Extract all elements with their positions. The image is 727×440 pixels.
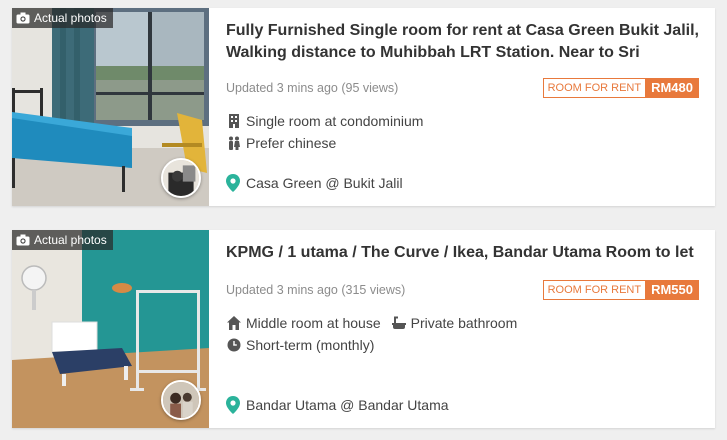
feature-label: Private bathroom: [410, 315, 518, 331]
location-label: Bandar Utama @ Bandar Utama: [246, 397, 449, 413]
feature-label: Middle room at house: [246, 315, 381, 331]
listing-title[interactable]: KPMG / 1 utama / The Curve / Ikea, Banda…: [226, 242, 699, 264]
feature-item: Single room at condominium: [226, 113, 423, 129]
listing-info: Fully Furnished Single room for rent at …: [226, 8, 699, 206]
listing-photo[interactable]: Actual photos: [12, 8, 209, 206]
feature-line: Middle room at house Private bathroom: [226, 312, 699, 334]
actual-photos-badge: Actual photos: [12, 8, 113, 28]
listing-meta: Updated 3 mins ago (315 views) ROOM FOR …: [226, 280, 699, 300]
feature-line: Short-term (monthly): [226, 334, 699, 356]
actual-photos-badge: Actual photos: [12, 230, 113, 250]
badge-label: Actual photos: [34, 233, 107, 247]
building-icon: [226, 113, 242, 129]
updated-views-text: Updated 3 mins ago (95 views): [226, 81, 399, 95]
listing-meta: Updated 3 mins ago (95 views) ROOM FOR R…: [226, 78, 699, 98]
location-label: Casa Green @ Bukit Jalil: [246, 175, 403, 191]
feature-label: Single room at condominium: [246, 113, 424, 129]
camera-icon: [16, 234, 30, 246]
bathtub-icon: [391, 315, 407, 331]
badge-label: Actual photos: [34, 11, 107, 25]
feature-list: Single room at condominium Prefer chines…: [226, 110, 699, 154]
price-type-label: ROOM FOR RENT: [542, 78, 646, 98]
avatar-image: [163, 382, 199, 418]
price-value: RM480: [645, 78, 699, 98]
price-tag: ROOM FOR RENT RM480: [542, 78, 699, 98]
listing-location[interactable]: Bandar Utama @ Bandar Utama: [226, 396, 449, 414]
price-tag: ROOM FOR RENT RM550: [542, 280, 699, 300]
listing-card[interactable]: Actual photos Fully Furnished Single roo…: [12, 8, 715, 206]
feature-line: Prefer chinese: [226, 132, 699, 154]
feature-item: Middle room at house: [226, 315, 381, 331]
lister-avatar[interactable]: [161, 380, 201, 420]
map-pin-icon: [226, 396, 242, 414]
feature-item: Short-term (monthly): [226, 337, 374, 353]
price-value: RM550: [645, 280, 699, 300]
avatar-image: [163, 160, 199, 196]
feature-item: Prefer chinese: [226, 135, 336, 151]
feature-label: Short-term (monthly): [246, 337, 375, 353]
feature-label: Prefer chinese: [246, 135, 337, 151]
listing-photo[interactable]: Actual photos: [12, 230, 209, 428]
listing-location[interactable]: Casa Green @ Bukit Jalil: [226, 174, 403, 192]
price-type-label: ROOM FOR RENT: [542, 280, 646, 300]
listing-card[interactable]: Actual photos KPMG / 1 utama / The Curve…: [12, 230, 715, 428]
house-icon: [226, 315, 242, 331]
people-icon: [226, 135, 242, 151]
feature-item: Private bathroom: [391, 315, 518, 331]
listing-title[interactable]: Fully Furnished Single room for rent at …: [226, 20, 699, 64]
camera-icon: [16, 12, 30, 24]
feature-list: Middle room at house Private bathroom Sh…: [226, 312, 699, 356]
feature-line: Single room at condominium: [226, 110, 699, 132]
clock-icon: [226, 337, 242, 353]
listing-info: KPMG / 1 utama / The Curve / Ikea, Banda…: [226, 230, 699, 428]
lister-avatar[interactable]: [161, 158, 201, 198]
map-pin-icon: [226, 174, 242, 192]
updated-views-text: Updated 3 mins ago (315 views): [226, 283, 406, 297]
